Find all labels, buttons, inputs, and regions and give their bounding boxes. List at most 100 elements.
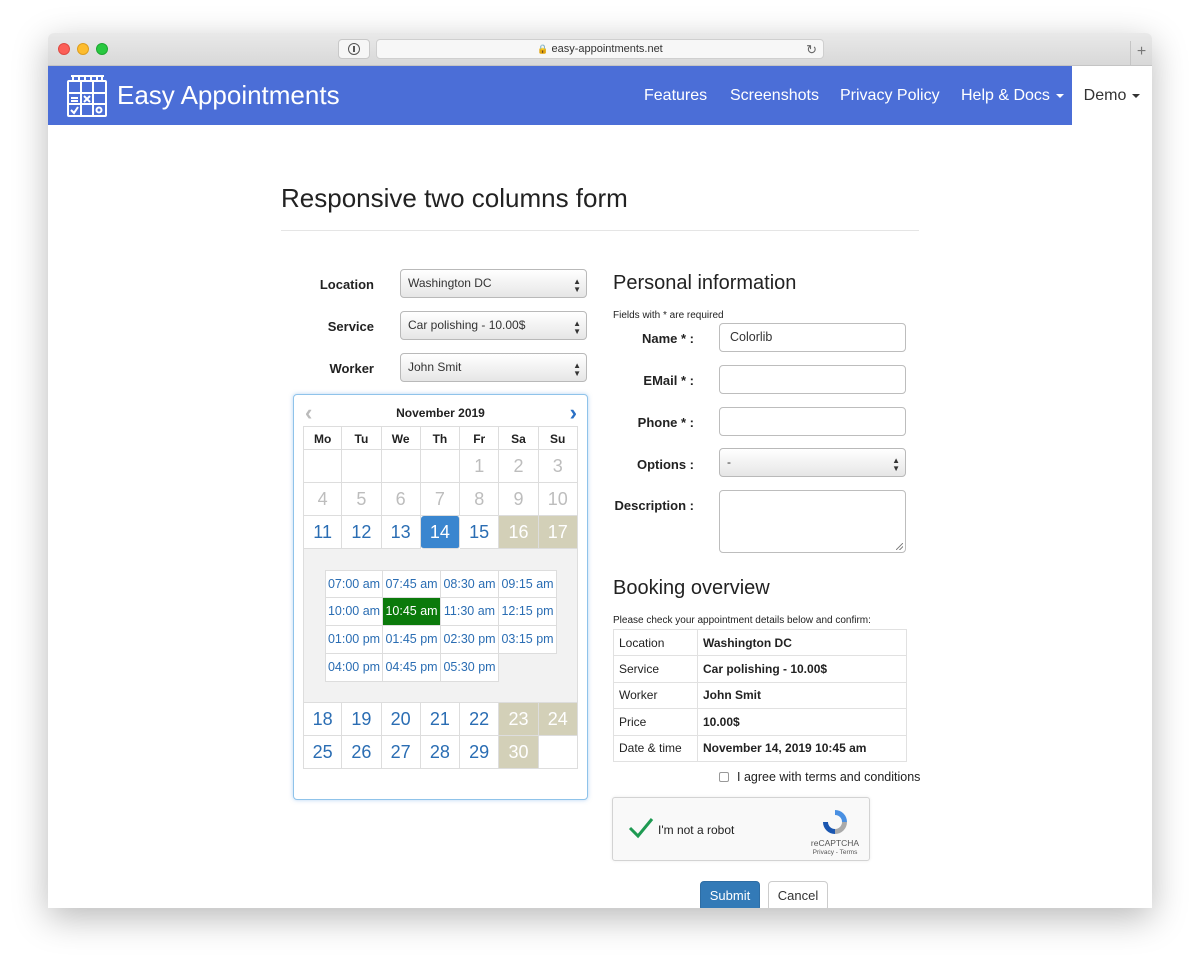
calendar-month: November 2019 bbox=[396, 406, 485, 420]
recaptcha-terms[interactable]: Privacy - Terms bbox=[799, 849, 871, 856]
weekday-sa: Sa bbox=[499, 426, 539, 450]
calendar-day[interactable]: 12 bbox=[342, 516, 382, 549]
recaptcha-brand: reCAPTCHA bbox=[810, 838, 860, 848]
agree-checkbox[interactable] bbox=[719, 772, 729, 782]
overview-key: Date & time bbox=[613, 734, 698, 762]
worker-label: Worker bbox=[329, 361, 374, 376]
location-select[interactable]: Washington DC ▲ ▼ bbox=[400, 269, 587, 298]
calendar-day[interactable]: 20 bbox=[381, 703, 421, 736]
calendar-week: 123 bbox=[303, 450, 578, 483]
calendar-day[interactable]: 28 bbox=[420, 736, 461, 769]
calendar-day: 5 bbox=[342, 483, 382, 516]
calendar-day[interactable]: 27 bbox=[381, 736, 421, 769]
new-tab-button[interactable]: + bbox=[1130, 41, 1152, 66]
calendar-day[interactable]: 14 bbox=[420, 516, 461, 549]
caret-down-icon bbox=[1132, 93, 1141, 98]
name-input[interactable]: Colorlib bbox=[719, 323, 906, 352]
time-slot[interactable]: 03:15 pm bbox=[499, 626, 557, 654]
checkmark-icon[interactable] bbox=[628, 816, 654, 840]
booking-calendar: ‹ November 2019 › Mo Tu We Th Fr Sa Su 1234567… bbox=[293, 394, 588, 800]
weekday-fr: Fr bbox=[460, 426, 500, 450]
cancel-button[interactable]: Cancel bbox=[768, 881, 828, 908]
service-select[interactable]: Car polishing - 10.00$ ▲ ▼ bbox=[400, 311, 587, 340]
site-navbar: Easy Appointments Features Screenshots P… bbox=[48, 66, 1152, 125]
calendar-week: 18 19 20 21 22 23 24 bbox=[303, 703, 578, 736]
resize-handle-icon[interactable] bbox=[896, 543, 903, 550]
personal-info-heading: Personal information bbox=[613, 272, 797, 294]
recaptcha-widget[interactable]: I'm not a robot reCAPTCHA Privacy - Term… bbox=[612, 797, 870, 861]
calendar-week: 4 5 6 7 8 9 10 bbox=[303, 483, 578, 516]
select-arrows-icon: ▲ ▼ bbox=[573, 361, 581, 378]
brand-name[interactable]: Easy Appointments bbox=[117, 78, 340, 112]
weekday-we: We bbox=[381, 426, 421, 450]
time-slot[interactable]: 09:15 am bbox=[499, 570, 557, 598]
overview-key: Location bbox=[613, 628, 698, 657]
select-arrows-icon: ▲ ▼ bbox=[892, 456, 900, 473]
privacy-report-button[interactable] bbox=[338, 39, 370, 59]
options-label: Options : bbox=[636, 457, 694, 472]
lock-icon: 🔒 bbox=[537, 44, 549, 54]
calendar-logo-icon[interactable] bbox=[66, 73, 108, 118]
time-slot[interactable]: 04:45 pm bbox=[383, 654, 441, 682]
phone-label: Phone * : bbox=[637, 415, 694, 430]
calendar-day bbox=[381, 450, 421, 483]
url-text: easy-appointments.net bbox=[551, 43, 663, 55]
reload-icon[interactable]: ↻ bbox=[806, 41, 817, 59]
agree-terms[interactable]: I agree with terms and conditions bbox=[719, 770, 920, 784]
nav-privacy-policy[interactable]: Privacy Policy bbox=[840, 66, 940, 125]
next-month-icon[interactable]: › bbox=[570, 402, 577, 424]
nav-demo[interactable]: Demo bbox=[1072, 66, 1152, 125]
nav-help-docs[interactable]: Help & Docs bbox=[961, 66, 1064, 125]
calendar-day[interactable]: 26 bbox=[342, 736, 382, 769]
close-window-icon[interactable] bbox=[58, 43, 70, 55]
calendar-day[interactable]: 25 bbox=[303, 736, 343, 769]
options-select[interactable]: - ▲ ▼ bbox=[719, 448, 906, 477]
nav-screenshots[interactable]: Screenshots bbox=[730, 66, 819, 125]
weekday-tu: Tu bbox=[342, 426, 382, 450]
time-slot[interactable]: 08:30 am bbox=[441, 570, 499, 598]
calendar-day: 4 bbox=[303, 483, 343, 516]
time-slot[interactable]: 04:00 pm bbox=[325, 654, 383, 682]
minimize-window-icon[interactable] bbox=[77, 43, 89, 55]
time-slot[interactable]: 11:30 am bbox=[441, 598, 499, 626]
calendar-day: 8 bbox=[460, 483, 500, 516]
time-slot[interactable]: 05:30 pm bbox=[441, 654, 499, 682]
overview-key: Worker bbox=[613, 681, 698, 710]
nav-demo-label: Demo bbox=[1083, 87, 1127, 104]
time-slot[interactable]: 07:00 am bbox=[325, 570, 383, 598]
caret-down-icon bbox=[1055, 93, 1064, 98]
time-slot[interactable]: 02:30 pm bbox=[441, 626, 499, 654]
time-slot-row: 01:00 pm 01:45 pm 02:30 pm 03:15 pm bbox=[325, 626, 557, 654]
calendar-day: 24 bbox=[538, 703, 578, 736]
overview-value: 10.00$ bbox=[697, 708, 907, 736]
worker-select[interactable]: John Smit ▲ ▼ bbox=[400, 353, 587, 382]
maximize-window-icon[interactable] bbox=[96, 43, 108, 55]
time-slot[interactable]: 12:15 pm bbox=[499, 598, 557, 626]
email-input[interactable] bbox=[719, 365, 906, 394]
calendar-day[interactable]: 13 bbox=[381, 516, 421, 549]
address-bar[interactable]: 🔒 easy-appointments.net ↻ bbox=[376, 39, 824, 59]
calendar-day[interactable]: 29 bbox=[460, 736, 500, 769]
calendar-day[interactable]: 15 bbox=[460, 516, 500, 549]
time-slot[interactable]: 10:45 am bbox=[383, 598, 441, 626]
calendar-day[interactable]: 22 bbox=[460, 703, 500, 736]
calendar-day[interactable]: 11 bbox=[303, 516, 343, 549]
time-slot[interactable]: 10:00 am bbox=[325, 598, 383, 626]
calendar-day: 9 bbox=[499, 483, 539, 516]
time-slot[interactable]: 01:45 pm bbox=[383, 626, 441, 654]
time-slot[interactable]: 01:00 pm bbox=[325, 626, 383, 654]
calendar-day[interactable]: 19 bbox=[342, 703, 382, 736]
nav-features[interactable]: Features bbox=[644, 66, 707, 125]
phone-input[interactable] bbox=[719, 407, 906, 436]
select-arrows-icon: ▲ ▼ bbox=[573, 277, 581, 294]
description-textarea[interactable] bbox=[719, 490, 906, 553]
overview-key: Price bbox=[613, 708, 698, 736]
overview-row: Worker John Smit bbox=[613, 681, 907, 710]
weekday-th: Th bbox=[420, 426, 461, 450]
calendar-day[interactable]: 18 bbox=[303, 703, 343, 736]
time-slot[interactable]: 07:45 am bbox=[383, 570, 441, 598]
calendar-day: 6 bbox=[381, 483, 421, 516]
submit-button[interactable]: Submit bbox=[700, 881, 760, 908]
time-slot bbox=[499, 654, 557, 682]
calendar-day[interactable]: 21 bbox=[420, 703, 461, 736]
